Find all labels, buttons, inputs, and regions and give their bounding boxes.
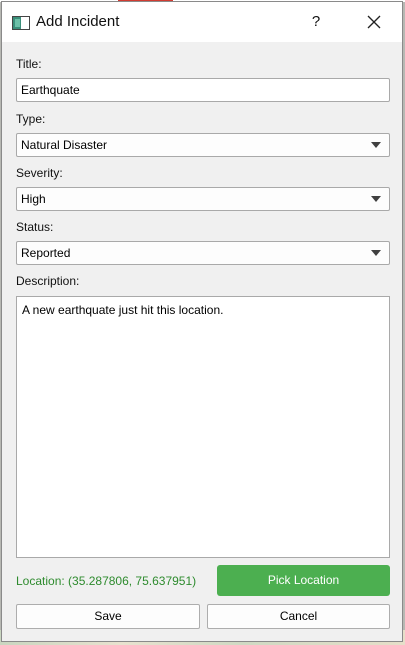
type-label: Type: [16,112,46,126]
chevron-down-icon [371,142,381,148]
title-label: Title: [16,57,42,71]
type-select-value: Natural Disaster [21,138,108,152]
close-icon [367,15,381,29]
title-input[interactable]: Earthquate [16,78,390,102]
status-label: Status: [16,220,54,234]
app-window-icon [12,16,30,30]
pick-location-button[interactable]: Pick Location [217,565,390,596]
severity-select-value: High [21,192,46,206]
title-bar[interactable]: Add Incident ? [2,2,402,42]
chevron-down-icon [371,196,381,202]
add-incident-dialog: Add Incident ? Title: Earthquate Type: N… [1,1,403,642]
help-button[interactable]: ? [298,2,334,42]
save-button[interactable]: Save [16,604,200,629]
type-select[interactable]: Natural Disaster [16,133,390,157]
location-readout: Location: (35.287806, 75.637951) [16,574,197,588]
description-label: Description: [16,274,80,288]
status-select-value: Reported [21,246,71,260]
dialog-title: Add Incident [36,13,120,30]
description-textarea[interactable]: A new earthquate just hit this location. [16,296,390,558]
cancel-button[interactable]: Cancel [207,604,390,629]
severity-select[interactable]: High [16,187,390,211]
chevron-down-icon [371,250,381,256]
close-button[interactable] [351,2,397,42]
severity-label: Severity: [16,166,63,180]
status-select[interactable]: Reported [16,241,390,265]
